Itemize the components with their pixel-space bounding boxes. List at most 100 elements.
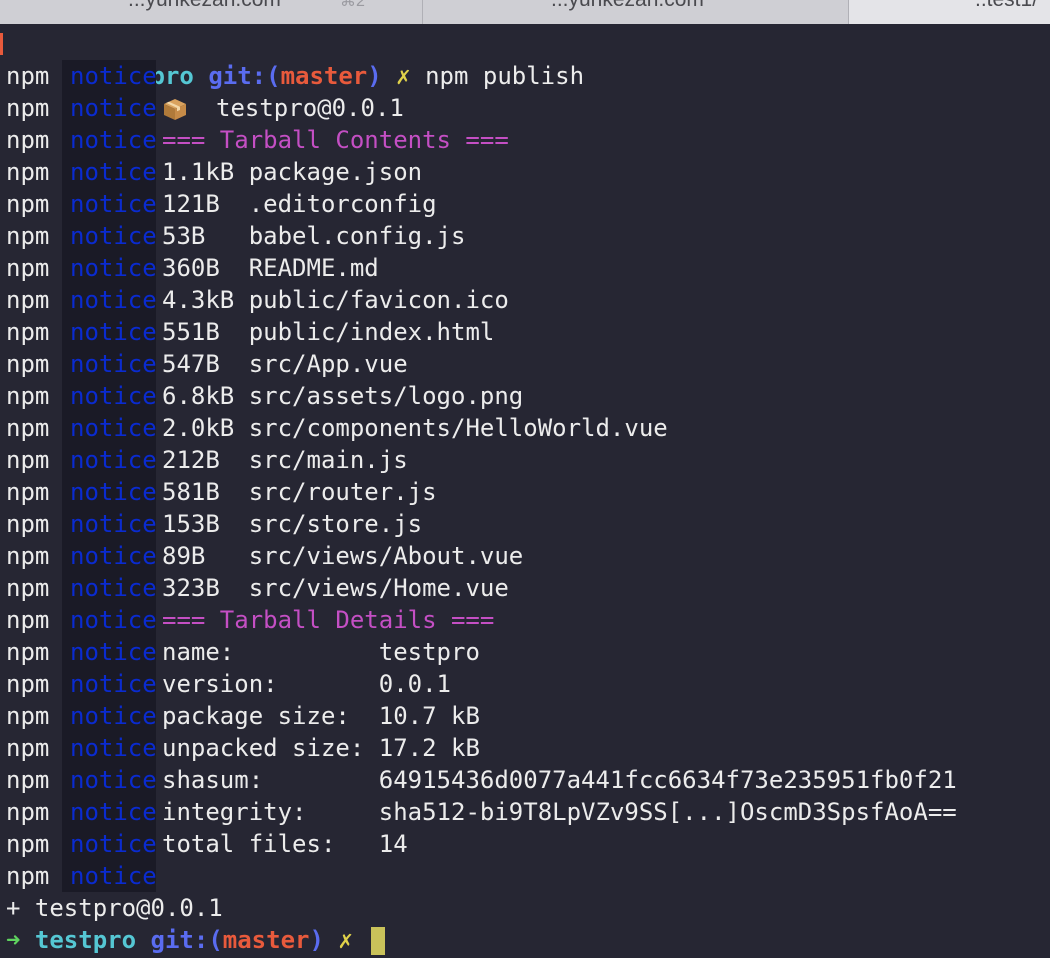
npm-label: npm bbox=[6, 126, 50, 154]
npm-label: npm bbox=[6, 670, 50, 698]
notice-label: notice bbox=[70, 414, 157, 442]
tarball-file-row: 360B README.md bbox=[162, 252, 379, 284]
npm-notice-line: npm notice 212B src/main.js bbox=[6, 444, 408, 476]
file-path: src/App.vue bbox=[248, 350, 408, 378]
tab-2[interactable]: ...yunkezan.com bbox=[423, 0, 849, 24]
tarball-file-row: 581B src/router.js bbox=[162, 476, 437, 508]
notice-label: notice bbox=[70, 350, 157, 378]
npm-notice-line: npm notice 121B .editorconfig bbox=[6, 188, 437, 220]
file-size: 323B bbox=[162, 574, 235, 602]
tab-3[interactable]: ..test1/ bbox=[849, 0, 1050, 24]
npm-notice-line: npm notice total files: 14 bbox=[6, 828, 408, 860]
file-size: 53B bbox=[162, 222, 235, 250]
tarball-detail-row: package size: 10.7 kB bbox=[162, 700, 480, 732]
tarball-file-row: 153B src/store.js bbox=[162, 508, 422, 540]
notice-label: notice bbox=[70, 222, 157, 250]
tarball-file-row: 1.1kB package.json bbox=[162, 156, 422, 188]
file-path: src/views/About.vue bbox=[248, 542, 524, 570]
detail-key: unpacked size: bbox=[162, 734, 379, 762]
detail-key: shasum: bbox=[162, 766, 379, 794]
tarball-detail-row: total files: 14 bbox=[162, 828, 408, 860]
dirty-mark-icon: ✗ bbox=[338, 926, 353, 954]
git-prefix: git:( bbox=[208, 62, 281, 90]
notice-label: notice bbox=[70, 638, 157, 666]
tarball-file-row: 6.8kB src/assets/logo.png bbox=[162, 380, 523, 412]
tarball-file-row: 121B .editorconfig bbox=[162, 188, 437, 220]
git-suffix: ) bbox=[367, 62, 382, 90]
detail-value: 64915436d0077a441fcc6634f73e235951fb0f21 bbox=[378, 766, 957, 794]
notice-label: notice bbox=[70, 158, 157, 186]
npm-notice-line: npm notice 547B src/App.vue bbox=[6, 348, 408, 380]
tarball-file-row: 89B src/views/About.vue bbox=[162, 540, 523, 572]
npm-label: npm bbox=[6, 702, 50, 730]
detail-value: 0.0.1 bbox=[378, 670, 451, 698]
npm-label: npm bbox=[6, 734, 50, 762]
dirty-mark-icon: ✗ bbox=[396, 62, 411, 90]
tab-1[interactable]: ...yunkezan.com ⌘2 ··· bbox=[0, 0, 423, 24]
tarball-file-row: 4.3kB public/favicon.ico bbox=[162, 284, 509, 316]
notice-label: notice bbox=[70, 190, 157, 218]
npm-notice-line: npm notice === Tarball Details === bbox=[6, 604, 494, 636]
notice-label: notice bbox=[70, 510, 157, 538]
tab-bar: ...yunkezan.com ⌘2 ··· ...yunkezan.com .… bbox=[0, 0, 1050, 25]
notice-label: notice bbox=[70, 766, 157, 794]
tab-title: ...yunkezan.com bbox=[551, 0, 704, 12]
file-path: babel.config.js bbox=[248, 222, 466, 250]
notice-label: notice bbox=[70, 286, 157, 314]
npm-notice-line: npm notice 4.3kB public/favicon.ico bbox=[6, 284, 509, 316]
npm-notice-line: npm notice 581B src/router.js bbox=[6, 476, 437, 508]
tarball-detail-row: version: 0.0.1 bbox=[162, 668, 451, 700]
npm-notice-line: npm notice 1.1kB package.json bbox=[6, 156, 422, 188]
file-path: README.md bbox=[248, 254, 379, 282]
tarball-file-row: 212B src/main.js bbox=[162, 444, 408, 476]
npm-label: npm bbox=[6, 638, 50, 666]
terminal-output[interactable]: ➜ testpro git:(master) ✗ npm publish npm… bbox=[0, 24, 1050, 958]
detail-value: testpro bbox=[378, 638, 480, 666]
tab-title: ...yunkezan.com bbox=[128, 0, 281, 12]
tab-shortcut: ⌘2 bbox=[340, 0, 365, 10]
detail-value: 10.7 kB bbox=[378, 702, 480, 730]
npm-notice-line: npm notice shasum: 64915436d0077a441fcc663… bbox=[6, 764, 957, 796]
npm-label: npm bbox=[6, 94, 50, 122]
npm-label: npm bbox=[6, 190, 50, 218]
published-line: + testpro@0.0.1 bbox=[6, 894, 223, 922]
detail-value: 14 bbox=[378, 830, 408, 858]
npm-label: npm bbox=[6, 62, 50, 90]
notice-label: notice bbox=[70, 62, 157, 90]
command-text: npm publish bbox=[425, 62, 585, 90]
notice-label: notice bbox=[70, 702, 157, 730]
file-path: public/index.html bbox=[248, 318, 495, 346]
prompt-directory: testpro bbox=[34, 926, 137, 954]
file-size: 2.0kB bbox=[162, 414, 235, 442]
package-id: testpro@0.0.1 bbox=[216, 94, 404, 122]
tab-title: ..test1/ bbox=[975, 0, 1038, 12]
notice-label: notice bbox=[70, 606, 157, 634]
npm-notice-line: npm notice name: testpro bbox=[6, 636, 480, 668]
file-path: src/router.js bbox=[248, 478, 437, 506]
npm-notice-line: npm notice 153B src/store.js bbox=[6, 508, 422, 540]
file-path: src/main.js bbox=[248, 446, 408, 474]
notice-label: notice bbox=[70, 126, 157, 154]
git-branch: master bbox=[280, 62, 368, 90]
file-size: 547B bbox=[162, 350, 235, 378]
tarball-contents-header: === Tarball Contents === bbox=[162, 126, 509, 154]
npm-label: npm bbox=[6, 414, 50, 442]
detail-value: 17.2 kB bbox=[378, 734, 480, 762]
prompt-line: ➜ testpro git:(master) ✗ bbox=[6, 924, 386, 956]
file-path: .editorconfig bbox=[248, 190, 437, 218]
file-path: package.json bbox=[248, 158, 423, 186]
npm-notice-line: npm notice 6.8kB src/assets/logo.png bbox=[6, 380, 523, 412]
prompt-marker bbox=[0, 33, 3, 55]
npm-label: npm bbox=[6, 862, 50, 890]
npm-notice-line: npm notice === Tarball Contents === bbox=[6, 124, 509, 156]
npm-label: npm bbox=[6, 446, 50, 474]
prompt-line: ➜ testpro git:(master) ✗ npm publish bbox=[0, 28, 584, 90]
git-branch: master bbox=[222, 926, 310, 954]
file-size: 6.8kB bbox=[162, 382, 235, 410]
npm-label: npm bbox=[6, 766, 50, 794]
file-size: 4.3kB bbox=[162, 286, 235, 314]
detail-key: integrity: bbox=[162, 798, 379, 826]
notice-label: notice bbox=[70, 830, 157, 858]
tab-menu-icon[interactable]: ··· bbox=[370, 0, 395, 10]
detail-key: name: bbox=[162, 638, 379, 666]
